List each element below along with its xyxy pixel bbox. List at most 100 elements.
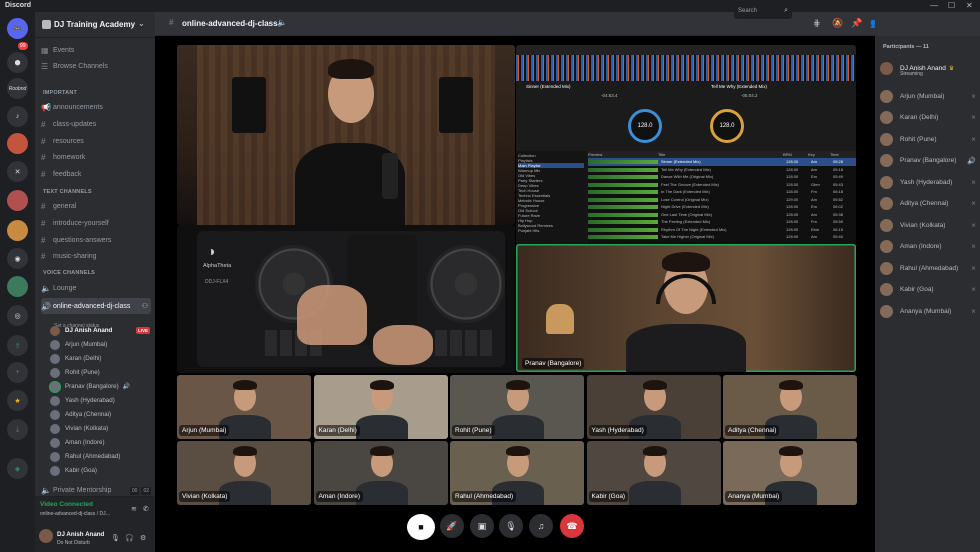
video-tile-host[interactable] — [177, 45, 515, 225]
member-row[interactable]: Aman (Indore) ⨯ — [880, 239, 976, 255]
voice-user[interactable]: Pranav (Bangalore) 🔊 — [50, 380, 150, 393]
column-header[interactable]: Preview — [588, 152, 658, 157]
track-row[interactable]: Lose Control (Original Mix) 129.00 Am 05:52 — [588, 196, 856, 204]
guild-header[interactable]: DJ Training Academy ⌄ — [35, 12, 155, 38]
voice-user[interactable]: Yash (Hyderabad) — [50, 394, 150, 407]
server-record-icon[interactable]: ◎ — [7, 305, 28, 326]
server-target-icon[interactable]: ◉ — [7, 248, 28, 269]
track-row[interactable]: Dance With Me (Original Mix) 128.00 Em 05:4… — [588, 173, 856, 181]
video-tile-participant[interactable]: Vivian (Kolkata) — [177, 441, 311, 505]
server-avatar[interactable] — [7, 276, 28, 297]
server-avatar[interactable] — [7, 190, 28, 211]
voice-user[interactable]: Karan (Delhi) — [50, 352, 150, 365]
tree-item[interactable]: Punjabi Hits — [518, 228, 584, 233]
track-row[interactable]: The Feeling (Extended Mix) 128.00 Fm 05:59 — [588, 218, 856, 226]
column-header[interactable]: BPM — [783, 152, 808, 157]
server-avatar[interactable] — [7, 133, 28, 154]
category-voice-channels[interactable]: VOICE CHANNELS — [43, 270, 95, 276]
pin-icon[interactable]: 📌 — [851, 18, 862, 29]
video-tile-participant[interactable]: Karan (Delhi) — [313, 375, 448, 439]
camera-button[interactable]: ■ — [407, 514, 435, 540]
video-tile-participant[interactable]: Yash (Hyderabad) — [586, 375, 721, 439]
channel-class-updates[interactable]: # class-updates — [41, 117, 151, 132]
activity-button[interactable]: 🚀 — [440, 514, 464, 538]
member-host[interactable]: DJ Anish Anand ♛ — [880, 60, 976, 76]
mic-icon[interactable]: 🎙 — [111, 534, 120, 542]
channel-general[interactable]: # general — [41, 199, 151, 214]
video-tile-participant[interactable]: Ananya (Mumbai) — [723, 441, 857, 505]
voice-user[interactable]: Kabir (Goa) — [50, 464, 150, 477]
track-row[interactable]: Feel The Groove (Extended Mix) 128.00 Gbm 0… — [588, 181, 856, 189]
video-tile-controller[interactable]: ◑ AlphaTheta DDJ-FLX4 — [177, 225, 515, 373]
member-row[interactable]: Karan (Delhi) ⨯ — [880, 110, 976, 126]
voice-user[interactable]: Aditya (Chennai) — [50, 408, 150, 421]
voice-user[interactable]: DJ Anish Anand LIVE — [50, 324, 150, 337]
mute-button[interactable]: 🎙 — [499, 514, 523, 538]
minimize-icon[interactable]: — — [930, 1, 938, 10]
voice-user[interactable]: Arjun (Mumbai) — [50, 338, 150, 351]
voice-channel-active[interactable]: 🔊 online-advanced-dj-class ⚇ — [41, 298, 151, 314]
close-icon[interactable]: ✕ — [966, 1, 973, 10]
channel-resources[interactable]: # resources — [41, 134, 151, 149]
voice-channel-path[interactable]: online-advanced-dj-class / DJ... — [40, 511, 110, 517]
category-text-channels[interactable]: TEXT CHANNELS — [43, 189, 92, 195]
member-row[interactable]: Ananya (Mumbai) ⨯ — [880, 303, 976, 319]
avatar[interactable] — [39, 529, 53, 543]
member-row[interactable]: Vivian (Kolkata) ⨯ — [880, 217, 976, 233]
column-header[interactable]: Key — [808, 152, 830, 157]
disconnect-button[interactable]: ☎ — [560, 514, 584, 538]
voice-status[interactable]: Video Connected — [40, 501, 93, 508]
user-name[interactable]: DJ Anish Anand — [57, 531, 104, 538]
threads-icon[interactable]: ⋕ — [813, 18, 821, 29]
video-tile-participant[interactable]: Aman (Indore) — [313, 441, 448, 505]
track-row[interactable]: One Last Time (Original Mix) 128.00 Am 05:3… — [588, 211, 856, 219]
screen-share-button[interactable]: ▣ — [470, 514, 494, 538]
member-row[interactable]: Kabir (Goa) ⨯ — [880, 282, 976, 298]
track-row[interactable]: Tell Me Why (Extended Mix) 128.00 Am 05:18 — [588, 166, 856, 174]
channel-homework[interactable]: # homework — [41, 150, 151, 165]
video-tile-participant[interactable]: Rahul (Ahmedabad) — [450, 441, 584, 505]
server-music-icon[interactable]: ♪ — [7, 106, 28, 127]
noise-suppression-icon[interactable]: ≋ — [131, 505, 137, 513]
discover-icon[interactable]: ◈ — [7, 458, 28, 479]
channel-announcements[interactable]: 📢 announcements — [41, 100, 151, 115]
track-row[interactable]: Sinner (Extended Mix) 128.00 Am 05:28 — [588, 158, 856, 166]
channel-music-sharing[interactable]: # music-sharing — [41, 249, 151, 264]
share-icon[interactable]: ⇪ — [7, 335, 28, 356]
server-roobnd[interactable]: Roobnd — [7, 78, 28, 99]
disconnect-icon[interactable]: ✆ — [143, 505, 149, 513]
gear-icon[interactable]: ⚙ — [140, 534, 146, 542]
server-active-avatar[interactable] — [7, 220, 28, 241]
voice-user[interactable]: Rahul (Ahmedabad) — [50, 450, 150, 463]
member-row[interactable]: Rohit (Pune) ⨯ — [880, 131, 976, 147]
video-tile-participant[interactable]: Aditya (Chennai) — [723, 375, 857, 439]
video-tile-speaker[interactable]: Pranav (Bangalore) — [516, 244, 856, 372]
download-icon[interactable]: ⤓ — [7, 419, 28, 440]
video-tile-participant[interactable]: Kabir (Goa) — [586, 441, 721, 505]
member-row[interactable]: Pranav (Bangalore) 🔊 — [880, 153, 976, 169]
video-tile-participant[interactable]: Rohit (Pune) — [450, 375, 584, 439]
events-item[interactable]: ▦ Events — [41, 43, 151, 58]
column-header[interactable]: Title — [658, 152, 783, 157]
maximize-icon[interactable]: ☐ — [948, 1, 955, 10]
server-bird-icon[interactable]: ✕ — [7, 161, 28, 182]
voice-user[interactable]: Aman (Indore) — [50, 436, 150, 449]
member-row[interactable]: Yash (Hyderabad) ⨯ — [880, 174, 976, 190]
track-row[interactable]: Rhythm Of The Night (Extended Mix) 128.00… — [588, 226, 856, 234]
track-row[interactable]: In The Dark (Extended Mix) 128.00 Fm 06:18 — [588, 188, 856, 196]
notification-bell-icon[interactable]: 🔕 — [832, 18, 843, 29]
voice-user[interactable]: Rohit (Pune) — [50, 366, 150, 379]
add-server-icon[interactable]: + — [7, 362, 28, 383]
channel-questions-answers[interactable]: # questions-answers — [41, 233, 151, 248]
video-tile-dj-software[interactable]: Sinner (Extended Mix) -04:53.4 Tell Me W… — [516, 45, 856, 253]
member-row[interactable]: Aditya (Chennai) ⨯ — [880, 196, 976, 212]
chevron-down-icon[interactable]: ⌄ — [138, 19, 145, 28]
discord-home-icon[interactable]: 🎮 — [7, 18, 28, 39]
voice-user[interactable]: Vivian (Kolkata) — [50, 422, 150, 435]
video-tile-participant[interactable]: Arjun (Mumbai) — [177, 375, 311, 439]
volume-icon[interactable]: 🔈 — [277, 18, 287, 27]
server-star-icon[interactable]: ★ — [7, 390, 28, 411]
member-row[interactable]: Rahul (Ahmedabad) ⨯ — [880, 260, 976, 276]
soundboard-button[interactable]: ♫ — [529, 514, 553, 538]
member-row[interactable]: Arjun (Mumbai) ⨯ — [880, 88, 976, 104]
